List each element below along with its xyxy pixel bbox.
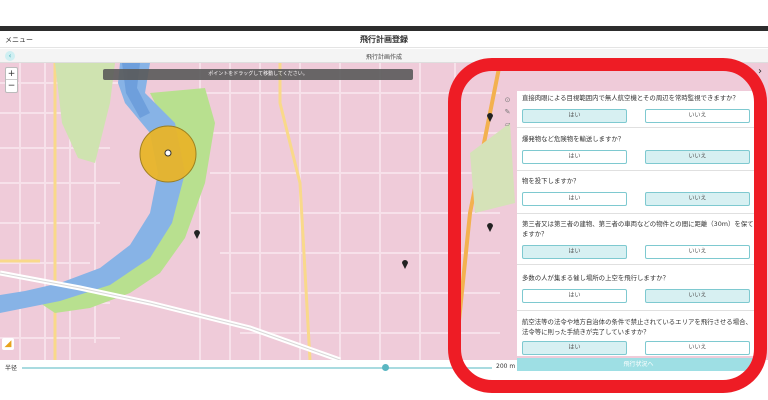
page-title: 飛行計画登録 xyxy=(360,35,408,44)
highlight-annotation xyxy=(448,58,767,393)
map-hint: ポイントをドラッグして移動してください。 xyxy=(103,69,413,80)
zoom-out-button[interactable]: − xyxy=(6,80,17,92)
zoom-control: + − xyxy=(5,67,18,93)
map-logo-icon: ◢ xyxy=(2,338,14,350)
radius-label: 半径 xyxy=(5,365,18,372)
app-header: メニュー 飛行計画登録 xyxy=(0,31,768,48)
radius-slider[interactable] xyxy=(22,367,492,369)
radius-slider-handle[interactable] xyxy=(382,364,389,371)
zoom-in-button[interactable]: + xyxy=(6,68,17,80)
